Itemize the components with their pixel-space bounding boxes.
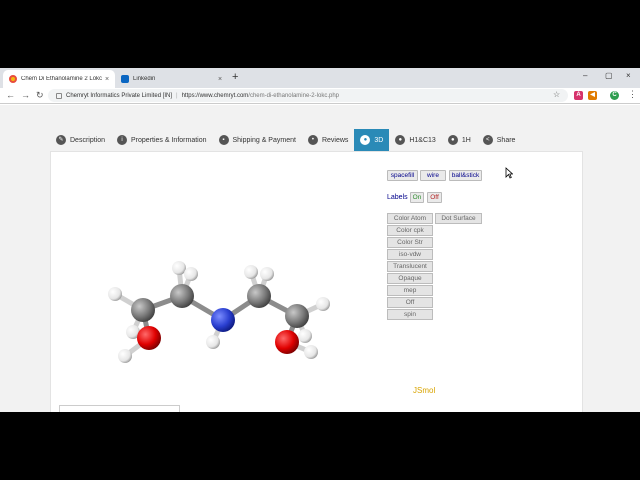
- wire-button[interactable]: wire: [420, 170, 446, 181]
- letterbox-bottom: [0, 412, 640, 480]
- color-atom-button[interactable]: Color Atom: [387, 213, 433, 224]
- jsmol-label[interactable]: JSmol: [413, 386, 435, 395]
- mep-button[interactable]: mep: [387, 285, 433, 296]
- share-icon: <: [482, 135, 493, 145]
- lock-icon: [56, 92, 62, 99]
- iso-vdw-button[interactable]: iso-vdw: [387, 249, 433, 260]
- tab-label: 3D: [374, 136, 384, 144]
- close-tab-icon[interactable]: ×: [102, 76, 112, 83]
- tab-label: 1H: [461, 136, 471, 144]
- color-cpk-button[interactable]: Color cpk: [387, 225, 433, 236]
- site-identity: Chemryt Informatics Private Limited [IN]: [66, 92, 173, 99]
- address-separator: |: [176, 92, 178, 99]
- tab-label: Shipping & Payment: [232, 136, 296, 144]
- tab-title: Chem Di Ethanolamine 2 Lokc - Ch: [21, 76, 102, 82]
- mouse-cursor-icon: [505, 167, 513, 179]
- forward-icon[interactable]: →: [21, 90, 30, 100]
- truck-icon: ▪: [218, 135, 229, 145]
- tab-description[interactable]: ✎ Description: [50, 129, 111, 151]
- close-tab-icon[interactable]: ×: [215, 76, 225, 83]
- page-content: ✎ Description i Properties & Information…: [0, 105, 640, 412]
- labels-off-button[interactable]: Off: [427, 192, 442, 203]
- tab-label: Description: [70, 136, 106, 144]
- tab-label: H1&C13: [409, 136, 436, 144]
- opaque-button[interactable]: Opaque: [387, 273, 433, 284]
- product-tabs: ✎ Description i Properties & Information…: [50, 129, 521, 151]
- jsmol-command-input[interactable]: [59, 405, 180, 412]
- user-icon: ●: [447, 135, 458, 145]
- spacefill-button[interactable]: spacefill: [387, 170, 418, 181]
- browser-tab-active[interactable]: Chem Di Ethanolamine 2 Lokc - Ch ×: [3, 70, 115, 88]
- minimize-icon[interactable]: –: [583, 71, 587, 80]
- tab-properties[interactable]: i Properties & Information: [111, 129, 212, 151]
- bookmark-star-icon[interactable]: ☆: [553, 90, 560, 99]
- new-tab-button[interactable]: +: [232, 71, 238, 83]
- spin-button[interactable]: spin: [387, 309, 433, 320]
- color-str-button[interactable]: Color Str: [387, 237, 433, 248]
- tab-3d[interactable]: ● 3D: [354, 129, 390, 151]
- close-window-icon[interactable]: ×: [626, 71, 631, 80]
- back-icon[interactable]: ←: [6, 90, 15, 100]
- tab-share[interactable]: < Share: [477, 129, 522, 151]
- tab-strip: Chem Di Ethanolamine 2 Lokc - Ch × Linke…: [0, 68, 640, 88]
- labels-label: Labels: [387, 194, 408, 201]
- tab-label: Reviews: [321, 136, 349, 144]
- address-bar[interactable]: Chemryt Informatics Private Limited [IN]…: [48, 89, 568, 102]
- pencil-icon: ✎: [56, 135, 66, 145]
- url-path: /chem-di-ethanolamine-2-lokc.php: [248, 92, 339, 99]
- translucent-button[interactable]: Translucent: [387, 261, 433, 272]
- tab-reviews[interactable]: • Reviews: [302, 129, 354, 151]
- tab-title: Linkedin: [133, 76, 156, 82]
- browser-tab-linkedin[interactable]: Linkedin ×: [115, 70, 228, 88]
- tab-label: Share: [496, 136, 516, 144]
- browser-window: Chem Di Ethanolamine 2 Lokc - Ch × Linke…: [0, 68, 640, 412]
- dot-surface-button[interactable]: Dot Surface: [435, 213, 482, 224]
- reload-icon[interactable]: ↻: [36, 90, 44, 101]
- linkedin-favicon-icon: [121, 75, 129, 83]
- letterbox-top: [0, 0, 640, 68]
- chat-icon: •: [307, 135, 318, 145]
- viewer-panel: spacefill wire ball&stick Labels On Off …: [50, 151, 583, 412]
- chrome-extension-icon[interactable]: C: [610, 91, 619, 100]
- maximize-icon[interactable]: ▢: [605, 71, 613, 80]
- tab-h1c13[interactable]: ● H1&C13: [389, 129, 441, 151]
- megaphone-extension-icon[interactable]: ◀: [588, 91, 597, 100]
- tab-label: Properties & Information: [131, 136, 207, 144]
- tab-shipping[interactable]: ▪ Shipping & Payment: [213, 129, 302, 151]
- surface-off-button[interactable]: Off: [387, 297, 433, 308]
- info-icon: i: [117, 135, 128, 145]
- molecule-3d-canvas[interactable]: [101, 212, 341, 402]
- tab-1h[interactable]: ● 1H: [442, 129, 477, 151]
- ball-and-stick-button[interactable]: ball&stick: [449, 170, 482, 181]
- molecule-atoms: [108, 261, 330, 363]
- browser-toolbar: ← → ↻ Chemryt Informatics Private Limite…: [0, 88, 640, 104]
- user-icon: ●: [360, 135, 371, 145]
- a-extension-icon[interactable]: A: [574, 91, 583, 100]
- user-icon: ●: [395, 135, 406, 145]
- chemryt-favicon-icon: [9, 75, 17, 83]
- url-host: https://www.chemryt.com: [181, 92, 249, 99]
- labels-on-button[interactable]: On: [410, 192, 424, 203]
- menu-icon[interactable]: ⋮: [628, 89, 637, 100]
